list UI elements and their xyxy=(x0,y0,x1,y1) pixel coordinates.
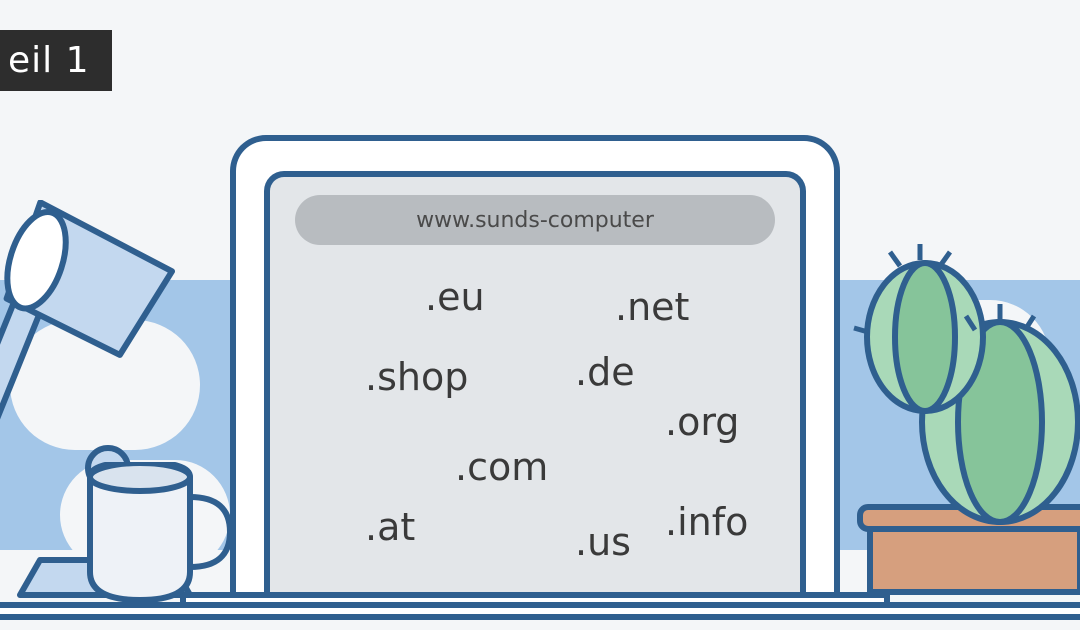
tld-label: .us xyxy=(575,520,631,564)
laptop-screen: www.sunds-computer .eu .net .shop .de .org .c… xyxy=(264,171,806,600)
desk-surface xyxy=(0,602,1080,620)
tld-cloud: .eu .net .shop .de .org .com .at .us .info xyxy=(295,245,775,585)
coffee-mug-icon xyxy=(80,462,230,602)
part-badge: eil 1 xyxy=(0,30,112,91)
tld-label: .shop xyxy=(365,355,468,399)
tld-label: .net xyxy=(615,285,689,329)
tld-label: .info xyxy=(665,500,748,544)
laptop-lid: www.sunds-computer .eu .net .shop .de .org .c… xyxy=(230,135,840,600)
tld-label: .at xyxy=(365,505,415,549)
tld-label: .eu xyxy=(425,275,485,319)
laptop-icon: www.sunds-computer .eu .net .shop .de .org .c… xyxy=(230,135,840,600)
part-badge-label: eil 1 xyxy=(8,40,90,81)
cactus-icon xyxy=(850,232,1080,602)
tld-label: .com xyxy=(455,445,548,489)
address-bar[interactable]: www.sunds-computer xyxy=(295,195,775,245)
tld-label: .org xyxy=(665,400,739,444)
tld-label: .de xyxy=(575,350,635,394)
address-bar-text: www.sunds-computer xyxy=(416,208,654,233)
